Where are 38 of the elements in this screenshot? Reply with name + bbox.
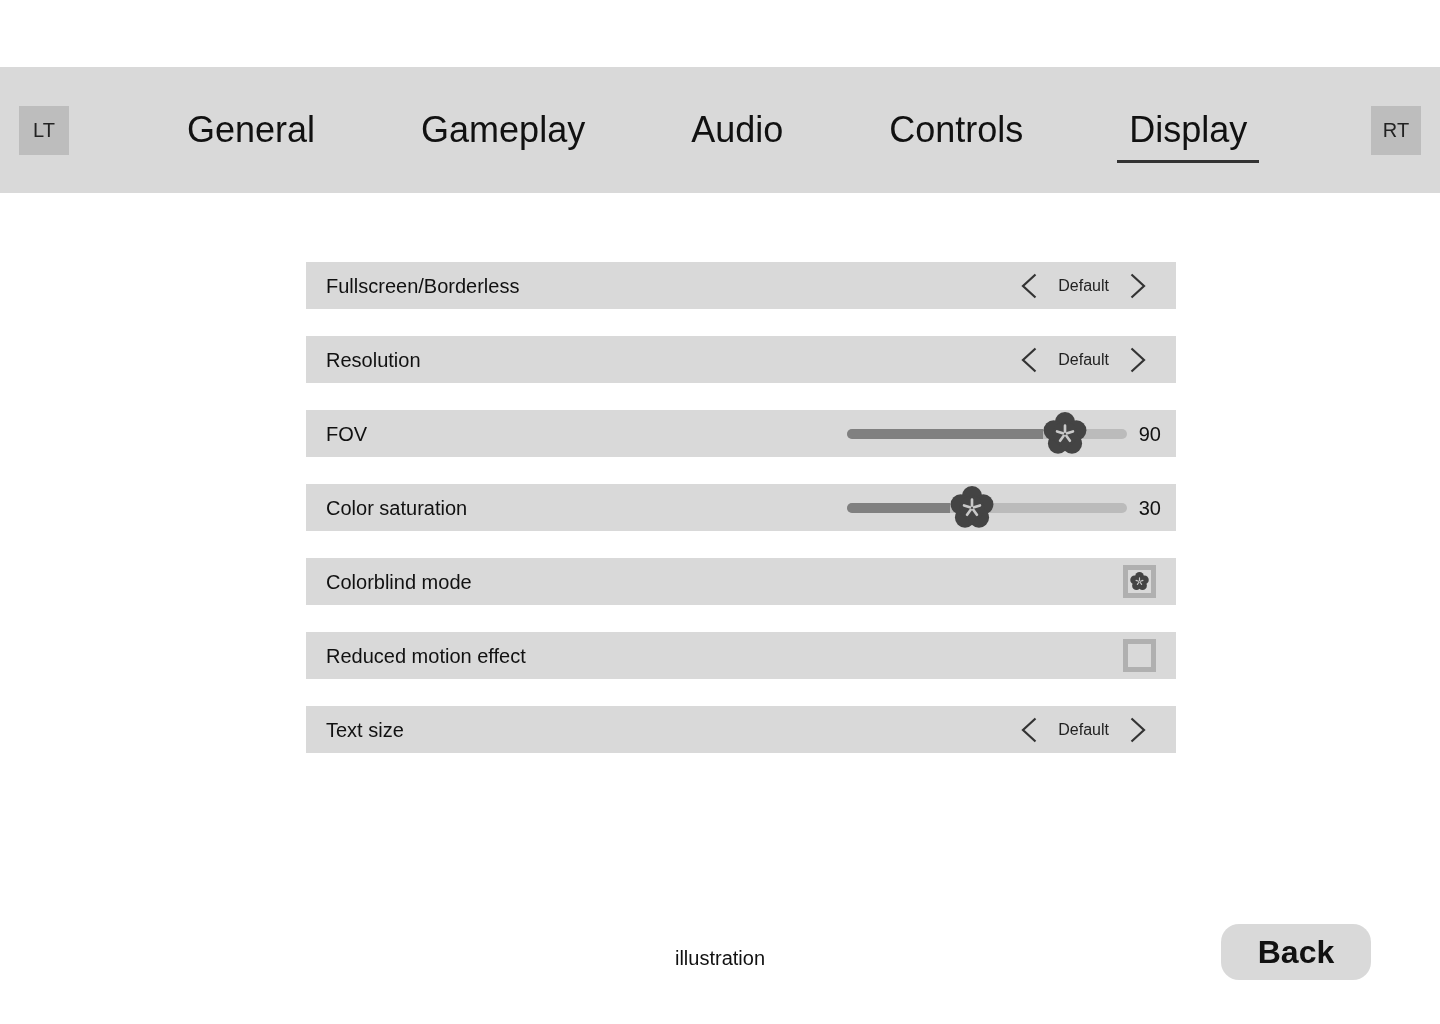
chevron-right-icon (1130, 716, 1146, 743)
chevron-left-icon (1021, 716, 1038, 743)
tab[interactable]: Display (1117, 97, 1260, 163)
next-option-button[interactable] (1130, 272, 1146, 299)
bumper-button[interactable]: LT (19, 105, 69, 155)
option-value: Default (1058, 275, 1109, 296)
chevron-left-icon (1021, 346, 1038, 373)
checkbox[interactable] (1123, 639, 1156, 672)
slider-value: 30 (1138, 495, 1161, 521)
tab[interactable]: Gameplay (409, 97, 598, 163)
chevron-right-icon (1130, 272, 1146, 299)
next-option-button[interactable] (1130, 716, 1146, 743)
flower-icon (1130, 572, 1149, 591)
previous-option-button[interactable] (1021, 346, 1038, 373)
option-value: Default (1058, 349, 1109, 370)
setting-label: Colorblind mode (326, 569, 472, 595)
setting-label: Color saturation (326, 495, 468, 521)
tab[interactable]: Audio (679, 97, 796, 163)
setting-label: Text size (326, 717, 404, 743)
previous-option-button[interactable] (1021, 716, 1038, 743)
setting-label: Resolution (326, 347, 421, 373)
setting-label: Fullscreen/Borderless (326, 273, 520, 299)
next-option-button[interactable] (1130, 346, 1146, 373)
back-button[interactable]: Back (1221, 924, 1371, 980)
flower-slider-handle[interactable] (1042, 411, 1087, 456)
flower-slider-handle[interactable] (950, 485, 995, 530)
checkbox[interactable] (1123, 565, 1156, 598)
slider-value: 90 (1138, 421, 1161, 447)
chevron-left-icon (1021, 272, 1038, 299)
setting-label: FOV (326, 421, 368, 447)
tab[interactable]: Controls (877, 97, 1036, 163)
bumper-button[interactable]: RT (1371, 105, 1421, 155)
chevron-right-icon (1130, 346, 1146, 373)
caption: illustration (674, 946, 765, 971)
option-value: Default (1058, 719, 1109, 740)
previous-option-button[interactable] (1021, 272, 1038, 299)
tab[interactable]: General (175, 97, 328, 163)
setting-label: Reduced motion effect (326, 643, 526, 669)
